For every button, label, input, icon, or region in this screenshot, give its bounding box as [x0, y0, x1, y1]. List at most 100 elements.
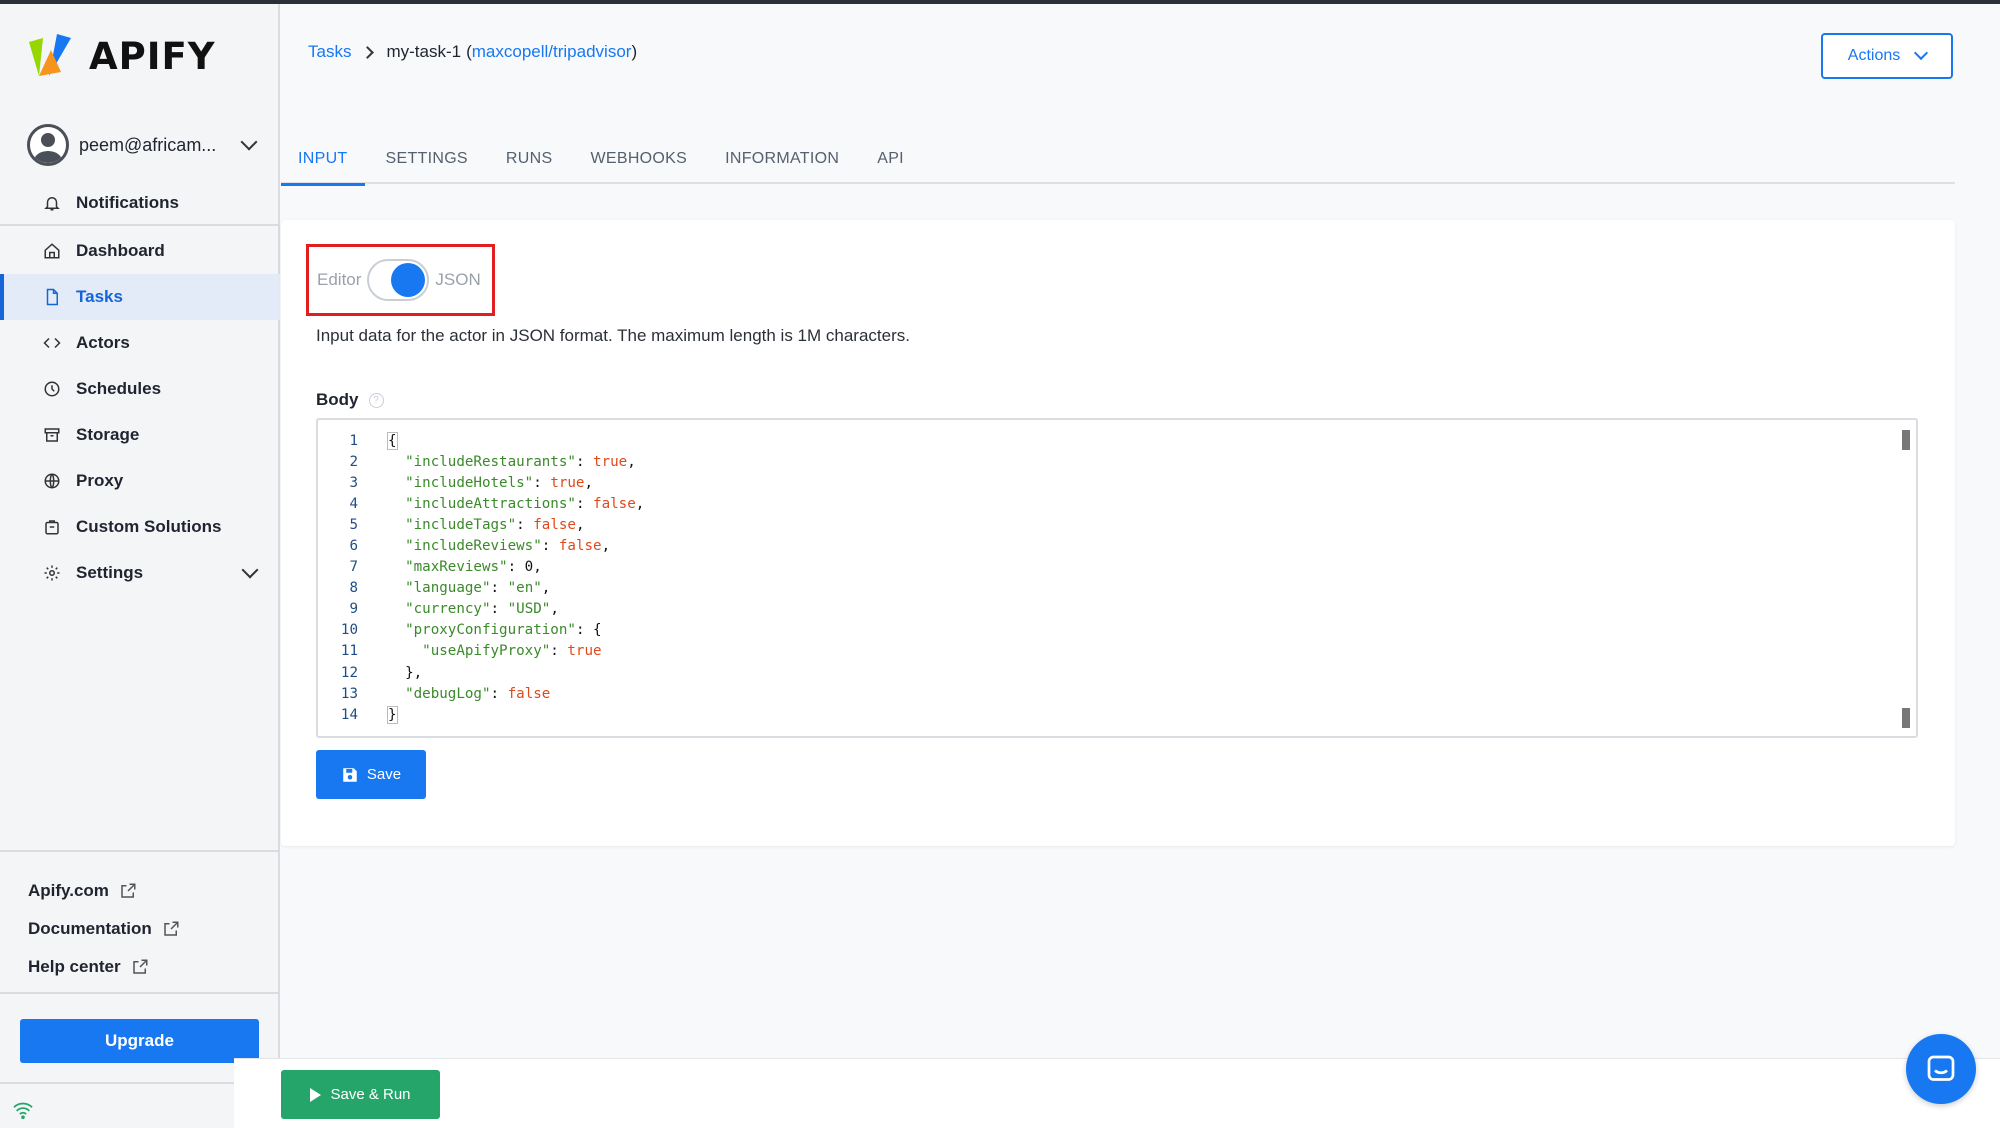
line-number: 13 — [340, 685, 358, 702]
tab-api[interactable]: API — [860, 140, 921, 184]
breadcrumb-actor-link[interactable]: maxcopell/tripadvisor — [472, 42, 632, 62]
line-number: 1 — [349, 432, 358, 449]
breadcrumb-paren-close: ) — [631, 42, 638, 61]
scrollbar-thumb-top[interactable] — [1902, 430, 1910, 450]
tab-runs[interactable]: RUNS — [489, 140, 570, 184]
line-number: 14 — [340, 706, 358, 723]
tab-webhooks[interactable]: WEBHOOKS — [573, 140, 704, 184]
gear-icon — [42, 563, 62, 583]
apify-logo[interactable]: APIFY — [27, 32, 216, 80]
sidebar-item-tasks[interactable]: Tasks — [0, 274, 280, 320]
code-text: } — [387, 705, 398, 724]
actions-button[interactable]: Actions — [1821, 33, 1953, 79]
input-card: Editor JSON Input data for the actor in … — [281, 220, 1955, 846]
tab-input[interactable]: INPUT — [281, 140, 365, 186]
save-button[interactable]: Save — [316, 750, 426, 799]
json-code-editor[interactable]: 1 {2 "includeRestaurants": true, 3 "includ… — [316, 418, 1918, 738]
home-icon — [42, 241, 62, 261]
code-line: 9 "currency": "USD", — [318, 599, 644, 620]
tab-bar: INPUT SETTINGS RUNS WEBHOOKS INFORMATION… — [281, 140, 1955, 186]
external-link-icon — [163, 921, 179, 936]
sidebar-item-label: Actors — [76, 333, 130, 352]
code-line: 2 "includeRestaurants": true, — [318, 451, 644, 472]
sidebar-item-schedules[interactable]: Schedules — [0, 366, 280, 412]
upgrade-button[interactable]: Upgrade — [20, 1019, 259, 1063]
breadcrumb-task-name: my-task-1 — [386, 42, 462, 61]
line-number: 4 — [349, 495, 358, 512]
sidebar-item-settings[interactable]: Settings — [0, 550, 280, 596]
line-number: 12 — [340, 664, 358, 681]
user-email: peem@africam... — [79, 134, 217, 155]
link-label: Help center — [28, 957, 121, 976]
code-text: { — [387, 431, 398, 450]
sidebar-item-proxy[interactable]: Proxy — [0, 458, 280, 504]
code-text: "useApifyProxy": true — [422, 643, 602, 660]
sidebar-item-label: Settings — [76, 563, 144, 582]
sidebar-item-label: Notifications — [76, 193, 179, 212]
sidebar-item-label: Storage — [76, 425, 140, 444]
editor-json-toggle: Editor JSON — [306, 244, 495, 316]
sidebar-item-label: Proxy — [76, 471, 124, 490]
code-text: "includeReviews": false, — [405, 538, 611, 555]
link-documentation[interactable]: Documentation — [28, 910, 180, 948]
toggle-label-json: JSON — [435, 270, 481, 289]
breadcrumb-tasks-link[interactable]: Tasks — [308, 42, 351, 62]
code-text: "includeHotels": true, — [405, 474, 594, 491]
code-text: }, — [388, 664, 423, 681]
sidebar-item-notifications[interactable]: Notifications — [0, 180, 280, 226]
top-border — [0, 0, 2000, 4]
tab-information[interactable]: INFORMATION — [708, 140, 856, 184]
sidebar-item-label: Tasks — [76, 287, 123, 306]
floppy-disk-icon — [343, 767, 357, 782]
globe-icon — [42, 471, 62, 491]
code-icon — [42, 333, 62, 353]
sidebar-item-custom-solutions[interactable]: Custom Solutions — [0, 504, 280, 550]
editor-json-switch[interactable] — [367, 259, 430, 301]
body-label-text: Body — [316, 390, 359, 409]
chat-icon — [1927, 1055, 1955, 1081]
code-text: "includeAttractions": false, — [405, 495, 645, 512]
code-lines: 1 {2 "includeRestaurants": true, 3 "includ… — [318, 430, 644, 725]
code-text: "language": "en", — [405, 580, 551, 597]
breadcrumb: Tasks my-task-1 ( maxcopell/tripadvisor … — [308, 42, 637, 62]
switch-knob — [391, 263, 426, 297]
scrollbar-thumb-bottom[interactable] — [1902, 708, 1910, 728]
sidebar-nav: Dashboard Tasks Actors Schedules Storage — [0, 228, 280, 596]
link-label: Apify.com — [28, 881, 109, 900]
body-label: Body ? — [316, 390, 384, 410]
code-line: 10 "proxyConfiguration": { — [318, 620, 644, 641]
divider — [0, 224, 280, 226]
tab-settings[interactable]: SETTINGS — [369, 140, 485, 184]
code-line: 8 "language": "en", — [318, 578, 644, 599]
wifi-icon — [12, 1101, 34, 1124]
sidebar: APIFY peem@africam... Notifications Dash… — [0, 4, 280, 1128]
actions-label: Actions — [1847, 47, 1901, 64]
code-line: 3 "includeHotels": true, — [318, 472, 644, 493]
sidebar-item-dashboard[interactable]: Dashboard — [0, 228, 280, 274]
link-help-center[interactable]: Help center — [28, 948, 180, 986]
chevron-down-icon — [1914, 45, 1929, 61]
sidebar-item-label: Custom Solutions — [76, 517, 222, 536]
sidebar-item-actors[interactable]: Actors — [0, 320, 280, 366]
code-text: "includeTags": false, — [405, 516, 585, 533]
toggle-label-editor: Editor — [317, 270, 362, 289]
link-apify-com[interactable]: Apify.com — [28, 872, 180, 910]
line-number: 8 — [349, 580, 358, 597]
archive-icon — [42, 425, 62, 445]
save-and-run-button[interactable]: Save & Run — [281, 1070, 440, 1119]
code-line: 12 }, — [318, 662, 644, 683]
save-run-label: Save & Run — [330, 1086, 411, 1103]
line-number: 5 — [349, 516, 358, 533]
chat-support-button[interactable] — [1906, 1034, 1976, 1104]
avatar-icon — [27, 124, 69, 166]
play-icon — [310, 1087, 322, 1102]
link-label: Documentation — [28, 919, 152, 938]
bag-icon — [42, 517, 62, 537]
input-description: Input data for the actor in JSON format.… — [316, 326, 910, 345]
code-text: "currency": "USD", — [405, 601, 559, 618]
sidebar-item-storage[interactable]: Storage — [0, 412, 280, 458]
help-icon[interactable]: ? — [368, 392, 384, 408]
line-number: 6 — [349, 538, 358, 555]
divider — [0, 850, 280, 852]
user-menu[interactable]: peem@africam... — [27, 122, 267, 168]
